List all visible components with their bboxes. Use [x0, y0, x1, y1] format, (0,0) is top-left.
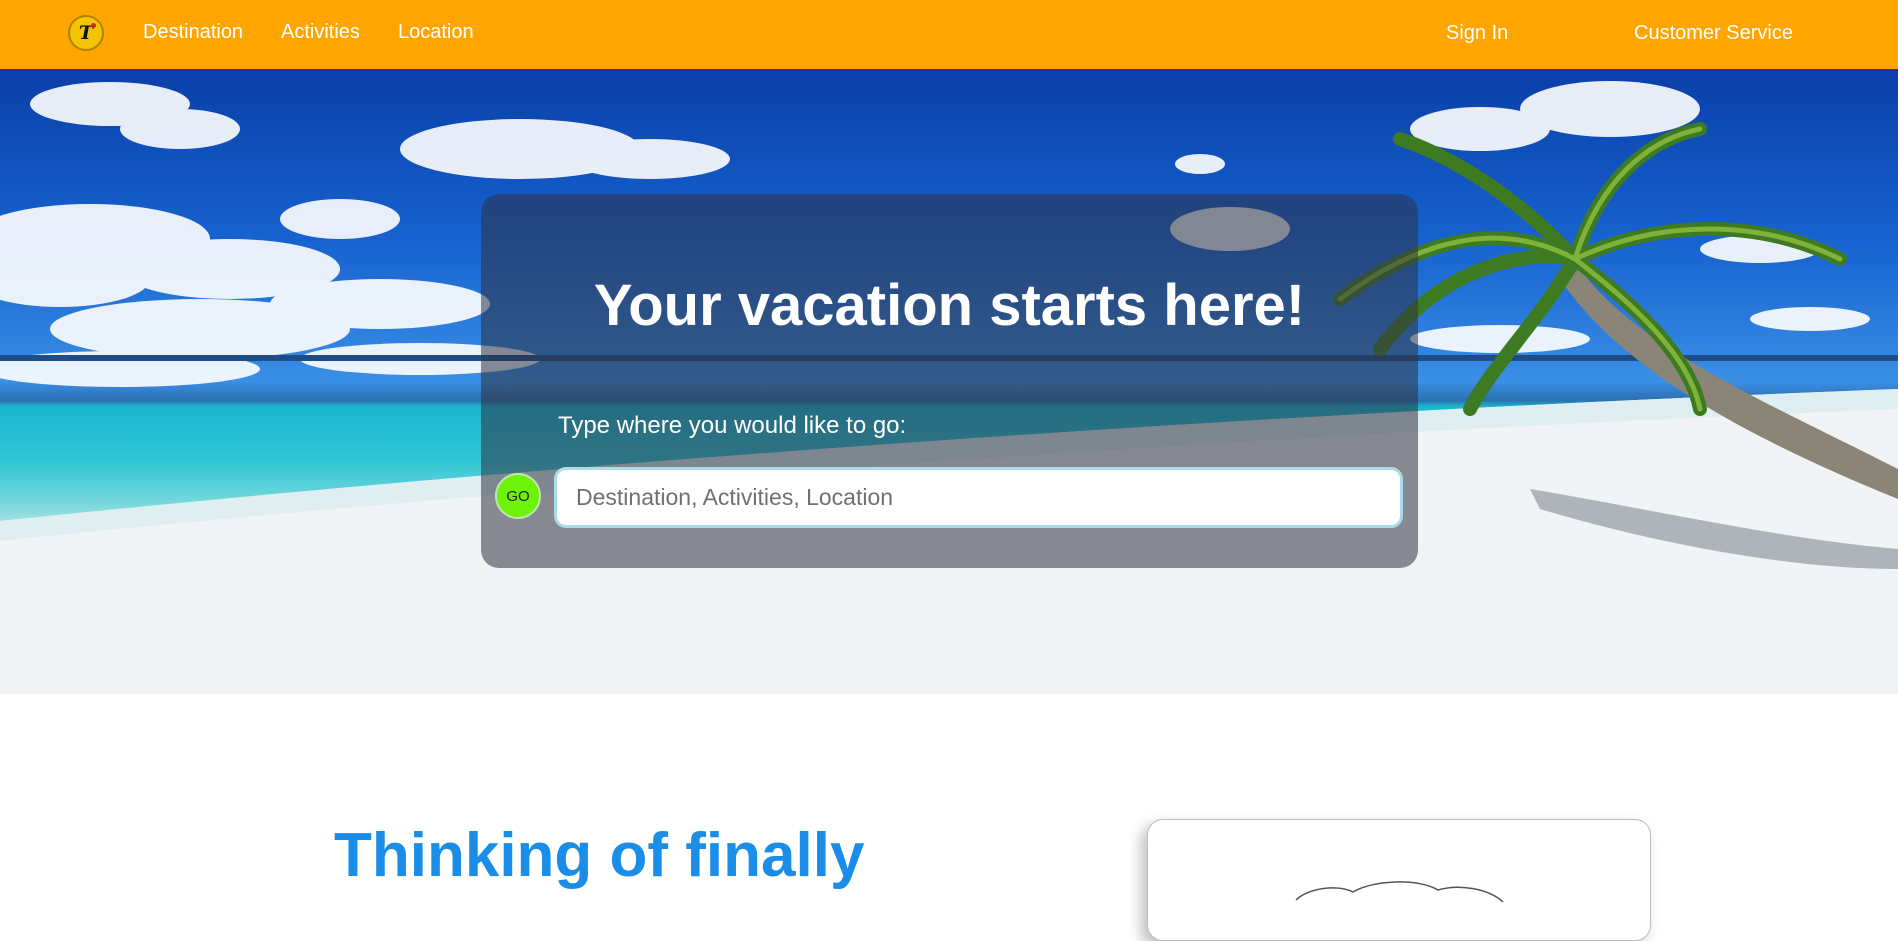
- site-logo[interactable]: T: [68, 15, 104, 51]
- nav-link-location[interactable]: Location: [398, 21, 474, 44]
- go-button[interactable]: GO: [495, 473, 541, 519]
- search-panel: Your vacation starts here! Type where yo…: [481, 194, 1418, 568]
- logo-dot: [91, 23, 96, 28]
- hero-headline: Your vacation starts here!: [593, 273, 1306, 338]
- cloud-icon: [1295, 881, 1504, 903]
- nav-link-activities[interactable]: Activities: [281, 21, 360, 44]
- promo-card: [1147, 819, 1651, 941]
- sign-in-link[interactable]: Sign In: [1446, 22, 1508, 45]
- promo-title: Thinking of finally: [334, 821, 865, 890]
- nav-link-destination[interactable]: Destination: [143, 21, 243, 44]
- search-prompt-label: Type where you would like to go:: [558, 412, 907, 439]
- hero-banner: Your vacation starts here! Type where yo…: [0, 69, 1898, 694]
- top-nav-bar: T Destination Activities Location Sign I…: [0, 0, 1898, 69]
- customer-service-link[interactable]: Customer Service: [1634, 22, 1793, 45]
- destination-search-input[interactable]: [554, 467, 1403, 528]
